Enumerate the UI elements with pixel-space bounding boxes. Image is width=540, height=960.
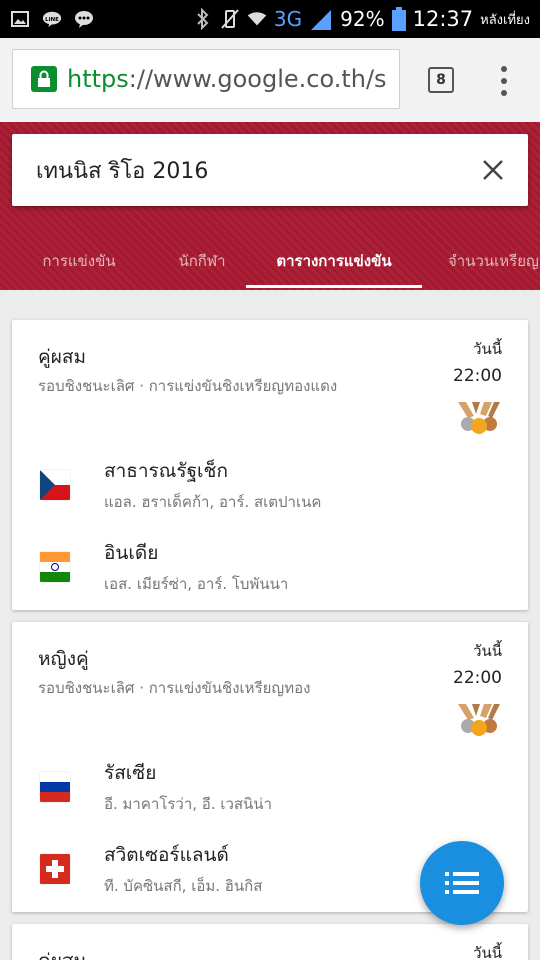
list-icon xyxy=(445,872,479,894)
tab-switcher-button[interactable]: 8 xyxy=(428,67,454,93)
event-card[interactable]: คู่ผสม รอบชิงชนะเลิศ · การแข่งขันชิงเหรี… xyxy=(12,320,528,610)
event-card[interactable]: คู่ผสม วันนี้ xyxy=(12,924,528,960)
team-row[interactable]: รัสเซีย อี. มาคาโรว่า, อี. เวสนิน่า xyxy=(12,758,528,818)
vibrate-icon xyxy=(220,9,240,29)
czech-flag-icon xyxy=(40,470,70,500)
team-name: รัสเซีย xyxy=(104,762,157,784)
battery-percent: 92% xyxy=(340,7,385,31)
event-time: 22:00 xyxy=(453,668,502,688)
india-flag-icon xyxy=(40,552,70,582)
team-row[interactable]: อินเดีย เอส. เมียร์ซ่า, อาร์. โบพันนา xyxy=(12,538,528,598)
event-subtitle: รอบชิงชนะเลิศ · การแข่งขันชิงเหรียญทอง xyxy=(38,679,311,697)
event-day: วันนี้ xyxy=(473,642,502,660)
status-bar: LINE 3G 92% 12:37 หลังเที่ยง xyxy=(0,0,540,38)
team-name: สวิตเซอร์แลนด์ xyxy=(104,844,229,866)
event-title: หญิงคู่ xyxy=(38,648,89,670)
tab-matches[interactable]: การแข่งขัน xyxy=(0,232,158,290)
search-query[interactable]: เทนนิส ริโอ 2016 xyxy=(36,153,208,188)
messenger-icon xyxy=(74,10,94,28)
battery-icon xyxy=(391,7,406,31)
url-host: ://www.google.co.th/s xyxy=(128,65,387,93)
tab-schedule[interactable]: ตารางการแข่งขัน xyxy=(246,232,422,290)
team-players: อี. มาคาโรว่า, อี. เวสนิน่า xyxy=(104,795,272,813)
line-app-icon: LINE xyxy=(42,10,62,28)
event-day: วันนี้ xyxy=(473,340,502,358)
svg-text:LINE: LINE xyxy=(45,17,59,23)
screen: LINE 3G 92% 12:37 หลังเที่ยง https://www… xyxy=(0,0,540,960)
team-name: อินเดีย xyxy=(104,542,159,564)
clock-period: หลังเที่ยง xyxy=(480,12,530,28)
tab-athletes[interactable]: นักกีฬา xyxy=(158,232,246,290)
team-name: สาธารณรัฐเช็ก xyxy=(104,460,228,482)
event-day: วันนี้ xyxy=(473,944,502,960)
gallery-icon xyxy=(10,10,30,28)
wifi-icon xyxy=(247,10,267,28)
network-type: 3G xyxy=(273,7,303,31)
search-box[interactable]: เทนนิส ริโอ 2016 xyxy=(12,134,528,206)
russia-flag-icon xyxy=(40,772,70,802)
tab-medal-count[interactable]: จำนวนเหรียญ xyxy=(422,232,540,290)
tab-bar: การแข่งขัน นักกีฬา ตารางการแข่งขัน จำนวน… xyxy=(0,232,540,290)
switzerland-flag-icon xyxy=(40,854,70,884)
list-view-button[interactable] xyxy=(420,841,504,925)
team-players: ที. บัคซินสกี, เอ็ม. ฮินกิส xyxy=(104,877,263,895)
team-row[interactable]: สาธารณรัฐเช็ก แอล. ฮราเด็คก้า, อาร์. สเต… xyxy=(12,456,528,516)
close-icon[interactable] xyxy=(478,155,508,185)
signal-icon xyxy=(309,10,333,30)
team-players: แอล. ฮราเด็คก้า, อาร์. สเตปาเนค xyxy=(104,493,322,511)
event-time: 22:00 xyxy=(453,366,502,386)
overflow-menu-icon[interactable] xyxy=(498,66,510,96)
medal-icon xyxy=(458,704,500,736)
url-bar[interactable]: https://www.google.co.th/s xyxy=(12,49,400,109)
bluetooth-icon xyxy=(193,8,213,30)
team-players: เอส. เมียร์ซ่า, อาร์. โบพันนา xyxy=(104,575,289,593)
event-subtitle: รอบชิงชนะเลิศ · การแข่งขันชิงเหรียญทองแด… xyxy=(38,377,338,395)
url-scheme: https xyxy=(67,65,129,93)
browser-toolbar: https://www.google.co.th/s 8 xyxy=(0,38,540,122)
medal-icon xyxy=(458,402,500,434)
clock-time: 12:37 xyxy=(412,7,474,31)
event-title: คู่ผสม xyxy=(38,946,86,960)
results-header: เทนนิส ริโอ 2016 การแข่งขัน นักกีฬา ตารา… xyxy=(0,122,540,290)
lock-icon xyxy=(31,66,57,92)
url-text: https://www.google.co.th/s xyxy=(67,65,387,93)
event-title: คู่ผสม xyxy=(38,346,86,368)
